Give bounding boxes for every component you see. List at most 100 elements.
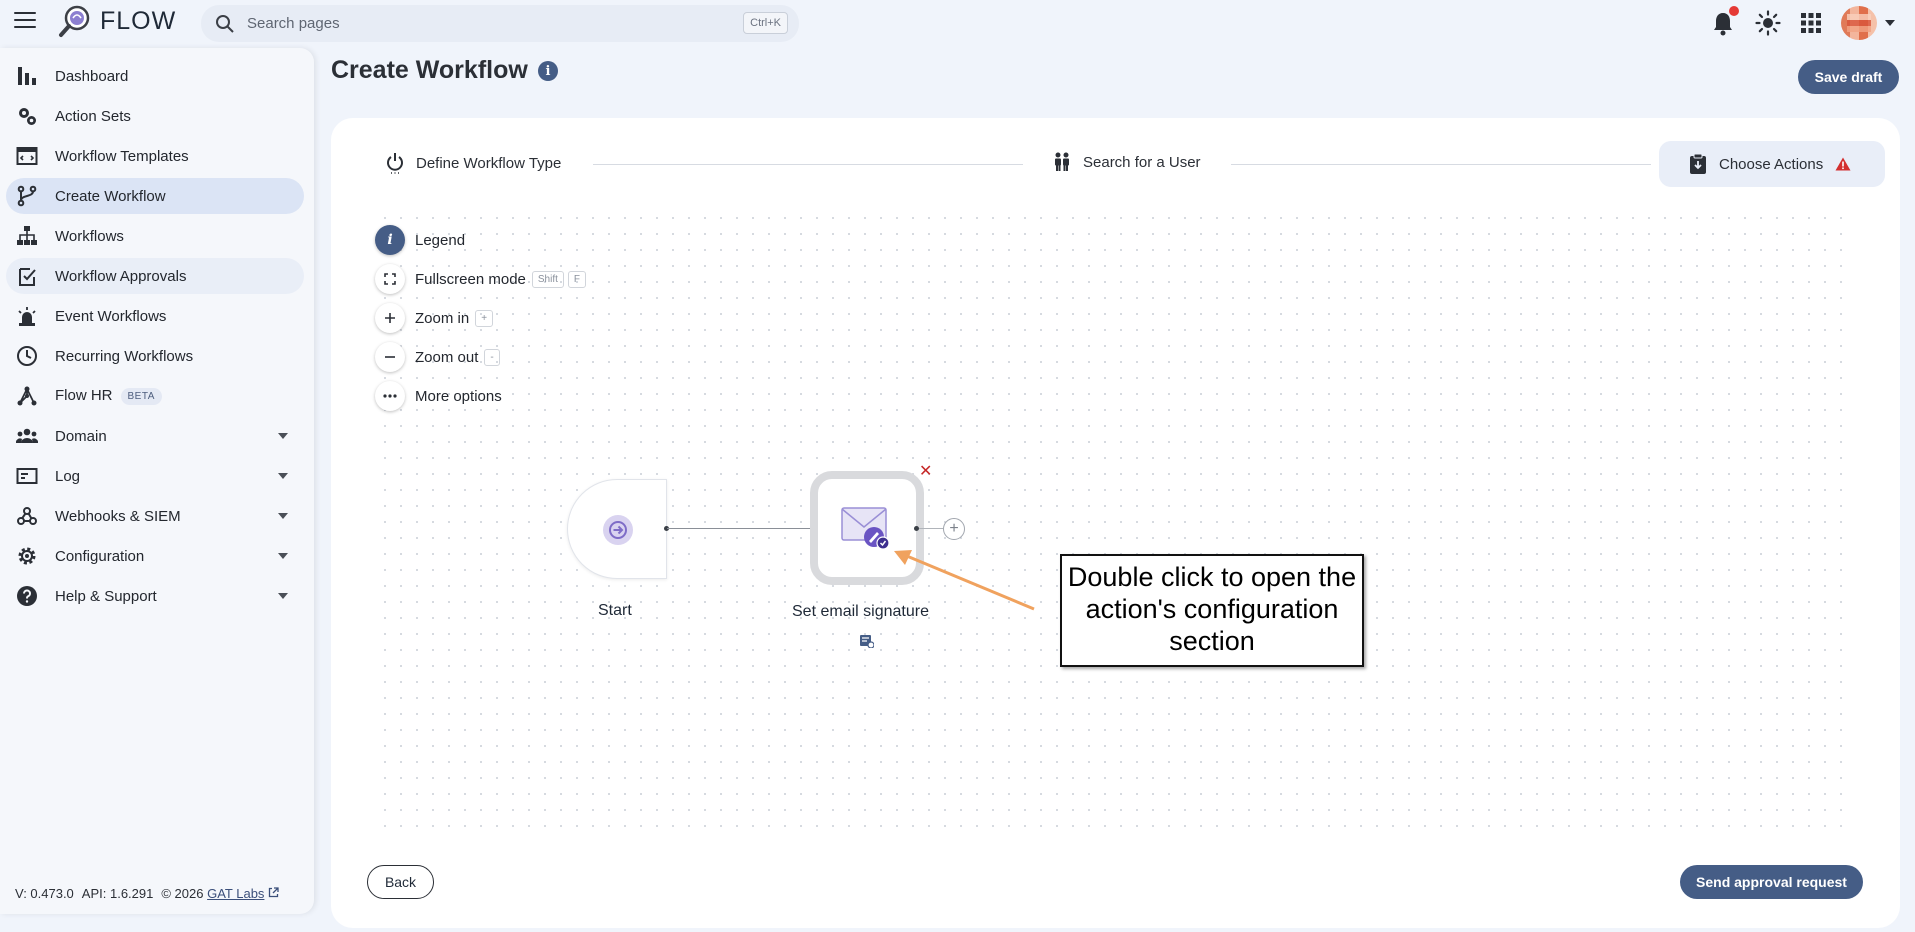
sidebar-item-log[interactable]: Log [6,458,304,494]
sidebar-item-workflow-templates[interactable]: Workflow Templates [6,138,304,174]
clipboard-icon [1690,153,1706,174]
start-node[interactable] [567,479,667,579]
stepper: Define Workflow Type Search for a User C… [331,118,1900,208]
step-label: Define Workflow Type [416,154,562,172]
tool-label: Zoom out [415,348,479,366]
sidebar-item-workflows[interactable]: Workflows [6,218,304,254]
info-icon[interactable]: i [375,225,405,255]
start-arrow-icon [603,515,633,545]
menu-icon[interactable] [14,12,36,30]
sidebar: Dashboard Action Sets Workflow Templates… [0,48,314,914]
step-label: Choose Actions [1719,155,1824,173]
sidebar-item-action-sets[interactable]: Action Sets [6,98,304,134]
sidebar-item-help-support[interactable]: Help & Support [6,578,304,614]
beta-badge: BETA [120,387,162,405]
send-approval-request-button[interactable]: Send approval request [1680,865,1863,899]
sidebar-item-workflow-approvals[interactable]: Workflow Approvals [6,258,304,294]
gears-icon [19,108,36,125]
top-actions [1711,6,1895,40]
sidebar-item-domain[interactable]: Domain [6,418,304,454]
sidebar-item-label: Log [55,467,81,485]
save-draft-button[interactable]: Save draft [1798,60,1899,94]
company-link[interactable]: GAT Labs [207,886,264,901]
sidebar-item-label: Workflows [55,227,124,245]
template-icon [16,147,38,165]
step-search-for-user[interactable]: Search for a User [1053,152,1201,172]
fullscreen-icon[interactable] [375,264,405,294]
chevron-down-icon [278,593,288,599]
more-horizontal-icon[interactable] [375,381,405,411]
sidebar-item-dashboard[interactable]: Dashboard [6,58,304,94]
bar-chart-icon [18,67,36,85]
sidebar-item-label: Dashboard [55,67,129,85]
sidebar-item-label: Create Workflow [55,187,166,205]
sidebar-item-event-workflows[interactable]: Event Workflows [6,298,304,334]
copyright-text: © 2026 [161,886,204,901]
external-link-icon [268,887,279,898]
info-icon[interactable]: i [538,61,558,81]
plus-icon[interactable] [375,303,405,333]
step-define-workflow-type[interactable]: Define Workflow Type [386,152,561,174]
chevron-down-icon[interactable] [1885,20,1895,26]
chevron-down-icon [278,433,288,439]
configured-list-icon [860,635,874,648]
chevron-down-icon [278,473,288,479]
help-icon [17,586,37,606]
hierarchy-icon [17,226,37,245]
gear-icon [18,547,36,565]
legend-tool[interactable]: i Legend [375,225,465,255]
step-label: Search for a User [1083,153,1201,171]
sidebar-item-webhooks-siem[interactable]: Webhooks & SIEM [6,498,304,534]
power-icon [387,153,403,174]
tool-label: More options [415,387,502,405]
page-title: Create Workflow [331,56,528,84]
tool-label: Fullscreen mode [415,270,526,288]
add-node-button[interactable]: + [943,518,965,540]
notifications-button[interactable] [1711,6,1739,36]
back-button[interactable]: Back [367,865,434,899]
add-edge [919,528,943,529]
app-logo[interactable]: FLOW [58,4,176,38]
sidebar-item-label: Event Workflows [55,307,167,325]
search-icon [216,15,234,33]
top-bar: FLOW Ctrl+K [0,0,1915,44]
search-input[interactable] [247,11,697,35]
sidebar-item-recurring-workflows[interactable]: Recurring Workflows [6,338,304,374]
more-options-tool[interactable]: More options [375,381,502,411]
sidebar-item-label: Recurring Workflows [55,347,194,365]
workflow-edge [667,528,817,529]
step-choose-actions[interactable]: Choose Actions [1659,141,1886,187]
chevron-down-icon [278,513,288,519]
branch-icon [17,185,37,207]
tool-label: Legend [415,231,466,249]
step-connector [1231,164,1651,165]
sidebar-item-label: Configuration [55,547,145,565]
callout-arrow-icon [894,550,1035,611]
shortcut-key: + [475,309,494,327]
apps-grid-icon[interactable] [1801,13,1821,33]
sidebar-item-label: Action Sets [55,107,131,125]
sidebar-item-create-workflow[interactable]: Create Workflow [6,178,304,214]
shortcut-key: - [484,348,500,366]
minus-icon[interactable] [375,342,405,372]
search-bar[interactable]: Ctrl+K [201,5,799,42]
user-avatar[interactable] [1841,6,1877,40]
warning-icon [1835,157,1851,171]
sidebar-item-label: Domain [55,427,107,445]
people-icon [16,428,38,443]
fullscreen-tool[interactable]: Fullscreen mode Shift F [375,264,587,294]
chevron-down-icon [278,553,288,559]
webhook-icon [17,507,37,525]
delete-node-icon[interactable]: ✕ [919,461,932,481]
search-shortcut: Ctrl+K [743,12,788,34]
sidebar-item-flow-hr[interactable]: Flow HR BETA [6,378,304,414]
start-node-label: Start [598,602,632,619]
alarm-light-icon [18,307,36,326]
shortcut-key: Shift [531,270,564,288]
zoom-in-tool[interactable]: Zoom in + [375,303,494,333]
sidebar-item-configuration[interactable]: Configuration [6,538,304,574]
sidebar-item-label: Workflow Approvals [55,267,187,285]
api-version: API: 1.6.291 [81,886,154,901]
theme-toggle-sun-icon[interactable] [1755,10,1781,36]
zoom-out-tool[interactable]: Zoom out - [375,342,500,372]
